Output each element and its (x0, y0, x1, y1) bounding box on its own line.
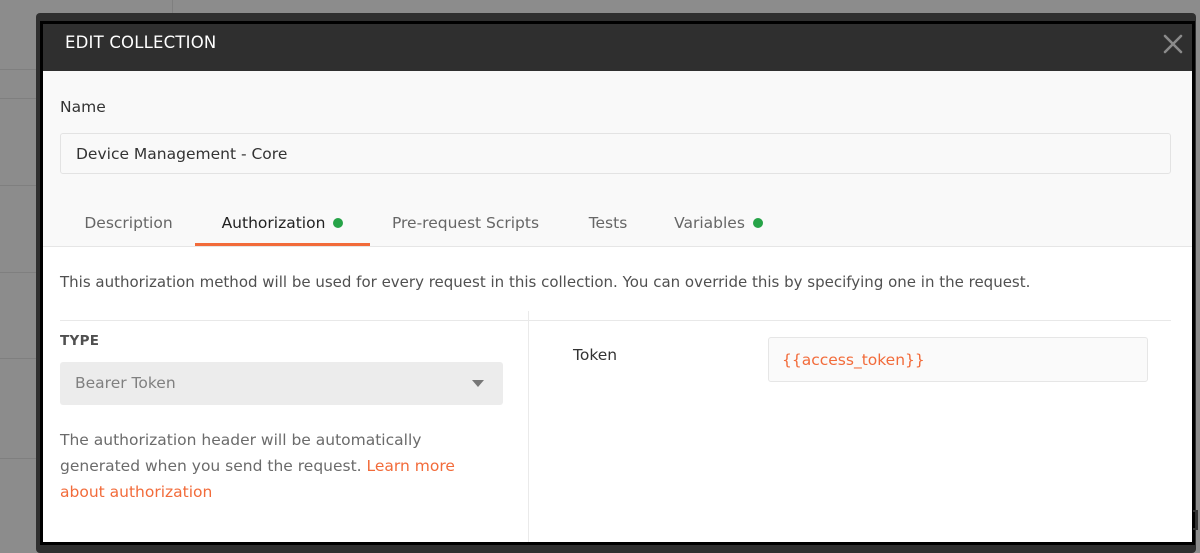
tab-label: Tests (588, 213, 628, 232)
tab-bar: Description Authorization Pre-request Sc… (43, 199, 1192, 246)
auth-help-text: The authorization header will be automat… (60, 427, 500, 505)
modal-title: EDIT COLLECTION (65, 33, 217, 52)
tab-label: Pre-request Scripts (391, 213, 540, 232)
type-label: TYPE (60, 333, 100, 349)
tab-description[interactable]: Description (68, 199, 189, 246)
authorization-panel: This authorization method will be used f… (43, 247, 1192, 542)
divider (60, 320, 1171, 321)
tab-label: Variables (674, 213, 745, 232)
caret-down-icon (472, 380, 484, 387)
tab-pre-request-scripts[interactable]: Pre-request Scripts (378, 199, 553, 246)
name-input[interactable] (60, 133, 1171, 174)
background-divider (0, 98, 36, 99)
background-divider (172, 0, 173, 13)
authorization-info-text: This authorization method will be used f… (60, 273, 1031, 291)
background-divider (0, 69, 36, 70)
modal-header: EDIT COLLECTION (43, 21, 1192, 71)
background-divider (0, 185, 36, 186)
tab-authorization[interactable]: Authorization (195, 199, 370, 246)
status-dot-icon (333, 217, 344, 228)
collection-details-section: Name Description Authorization Pre-reque… (43, 71, 1192, 247)
tab-label: Authorization (221, 213, 326, 232)
active-tab-indicator (195, 243, 370, 246)
background-divider (0, 358, 36, 359)
tab-variables[interactable]: Variables (661, 199, 776, 246)
token-input[interactable] (768, 337, 1148, 382)
background-divider (0, 272, 36, 273)
auth-type-select[interactable]: Bearer Token (60, 362, 503, 405)
edit-collection-modal: EDIT COLLECTION Name Description Authori… (40, 21, 1195, 545)
divider (528, 311, 529, 542)
tab-label: Description (84, 213, 173, 232)
close-button[interactable] (1158, 29, 1188, 59)
tab-tests[interactable]: Tests (573, 199, 643, 246)
status-dot-icon (752, 217, 763, 228)
auth-type-value: Bearer Token (75, 374, 176, 392)
close-icon (1163, 34, 1183, 54)
background-element (1193, 510, 1198, 530)
name-label: Name (60, 98, 106, 116)
token-label: Token (573, 346, 618, 364)
modal-border (40, 21, 1195, 24)
background-divider (0, 458, 36, 459)
